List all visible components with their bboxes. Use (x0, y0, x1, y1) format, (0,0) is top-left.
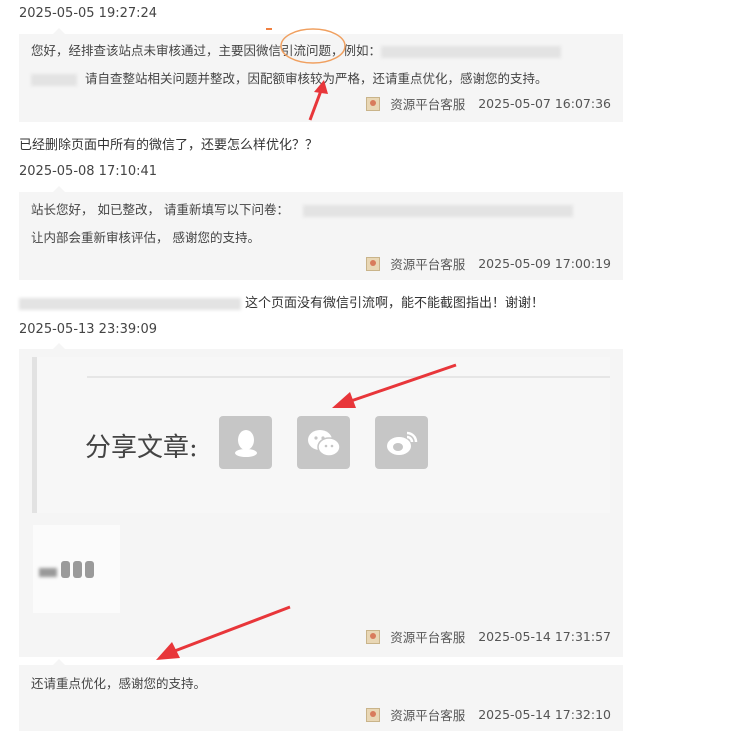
agent-avatar (366, 256, 381, 271)
reply-body: 您好，经排查该站点未审核通过，主要因微信引流问题，例如： 请自查整站相关问题并整… (31, 37, 611, 93)
thumbnail-text-blur (39, 565, 57, 578)
reply-body: 站长您好， 如已整改， 请重新填写以下问卷： 让内部会重新审核评估， 感谢您的支… (31, 196, 611, 252)
weibo-icon (375, 416, 428, 469)
reply-caret (53, 659, 65, 665)
reply-signature: 资源平台客服 2025-05-07 16:07:36 (366, 94, 611, 113)
reply-caret (53, 186, 65, 192)
user-message-row: 这个页面没有微信引流啊，能不能截图指出！谢谢！ (19, 292, 544, 311)
redacted-text (381, 45, 562, 58)
reply-line: 还请重点优化，感谢您的支持。 (31, 676, 207, 691)
agent-name: 资源平台客服 (390, 97, 466, 112)
wechat-icon (297, 416, 350, 469)
attached-screenshot[interactable]: 分享文章: (32, 357, 610, 513)
redacted-text (39, 567, 57, 577)
agent-avatar (366, 629, 381, 644)
reply-caret (53, 343, 65, 349)
reply-line: 让内部会重新审核评估， 感谢您的支持。 (31, 230, 260, 245)
reply-time: 2025-05-09 17:00:19 (478, 256, 611, 271)
message-timestamp: 2025-05-08 17:10:41 (19, 164, 158, 179)
agent-name: 资源平台客服 (390, 257, 466, 272)
attached-thumbnail[interactable] (33, 525, 120, 613)
reply-signature: 资源平台客服 2025-05-14 17:32:10 (366, 705, 611, 724)
message-timestamp: 2025-05-05 19:27:24 (19, 6, 158, 21)
thumbnail-icon (85, 561, 94, 578)
support-reply: 您好，经排查该站点未审核通过，主要因微信引流问题，例如： 请自查整站相关问题并整… (19, 28, 623, 122)
reply-time: 2025-05-14 17:31:57 (478, 629, 611, 644)
reply-line: 站长您好， 如已整改， 请重新填写以下问卷： (31, 202, 289, 217)
reply-time: 2025-05-07 16:07:36 (478, 96, 611, 111)
agent-name: 资源平台客服 (390, 630, 466, 645)
divider (87, 376, 610, 378)
qq-icon (219, 416, 272, 469)
redacted-text (19, 297, 241, 310)
thumbnail-icon (61, 561, 70, 578)
reply-signature: 资源平台客服 2025-05-14 17:31:57 (366, 627, 611, 646)
agent-avatar (366, 707, 381, 722)
reply-line: 请自查整站相关问题并整改，因配额审核较为严格，还请重点优化，感谢您的支持。 (85, 71, 548, 86)
user-message: 这个页面没有微信引流啊，能不能截图指出！谢谢！ (245, 296, 545, 311)
message-timestamp: 2025-05-13 23:39:09 (19, 322, 158, 337)
redacted-text (31, 73, 77, 86)
reply-line: 您好，经排查该站点未审核通过，主要因微信引流问题，例如： (31, 43, 382, 58)
redacted-text (302, 204, 573, 217)
thumbnail-icon (73, 561, 82, 578)
annotation-mark (266, 28, 272, 30)
user-message: 已经删除页面中所有的微信了，还要怎么样优化？？ (19, 138, 319, 153)
reply-caret (53, 28, 65, 34)
support-reply: 还请重点优化，感谢您的支持。 资源平台客服 2025-05-14 17:32:1… (19, 659, 623, 731)
reply-body: 还请重点优化，感谢您的支持。 (31, 670, 611, 698)
reply-signature: 资源平台客服 2025-05-09 17:00:19 (366, 254, 611, 273)
reply-time: 2025-05-14 17:32:10 (478, 707, 611, 722)
share-label: 分享文章: (85, 433, 198, 463)
support-reply: 站长您好， 如已整改， 请重新填写以下问卷： 让内部会重新审核评估， 感谢您的支… (19, 186, 623, 280)
agent-avatar (366, 96, 381, 111)
screenshot-content: 分享文章: (32, 357, 610, 513)
support-reply: 分享文章: 资源平台客服 2025-05-14 17:31:57 (19, 343, 623, 657)
agent-name: 资源平台客服 (390, 708, 466, 723)
